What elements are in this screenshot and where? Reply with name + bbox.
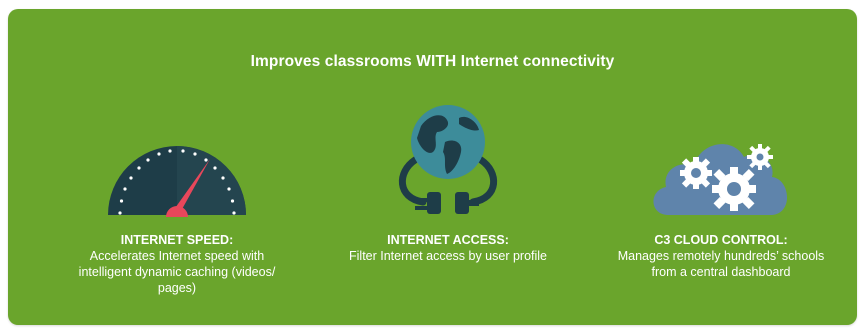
feature-internet-speed: INTERNET SPEED: Accelerates Internet spe… — [62, 9, 292, 325]
feature-text: C3 CLOUD CONTROL: Manages remotely hundr… — [606, 232, 836, 280]
cloud-gears-icon — [648, 129, 794, 222]
feature-text: INTERNET SPEED: Accelerates Internet spe… — [62, 232, 292, 296]
speedometer-icon — [106, 137, 248, 222]
feature-panel: Improves classrooms WITH Internet connec… — [8, 9, 857, 325]
feature-description: Filter Internet access by user profile — [349, 249, 547, 263]
feature-c3-cloud-control: C3 CLOUD CONTROL: Manages remotely hundr… — [606, 9, 836, 325]
feature-heading: INTERNET ACCESS: — [387, 233, 509, 247]
feature-description: Accelerates Internet speed with intellig… — [78, 249, 276, 295]
feature-internet-access: INTERNET ACCESS: Filter Internet access … — [333, 9, 563, 325]
globe-plug-icon — [393, 102, 503, 227]
feature-heading: C3 CLOUD CONTROL: — [654, 233, 788, 247]
feature-description: Manages remotely hundreds’ schools from … — [617, 249, 825, 279]
feature-heading: INTERNET SPEED: — [120, 233, 234, 247]
feature-text: INTERNET ACCESS: Filter Internet access … — [333, 232, 563, 264]
